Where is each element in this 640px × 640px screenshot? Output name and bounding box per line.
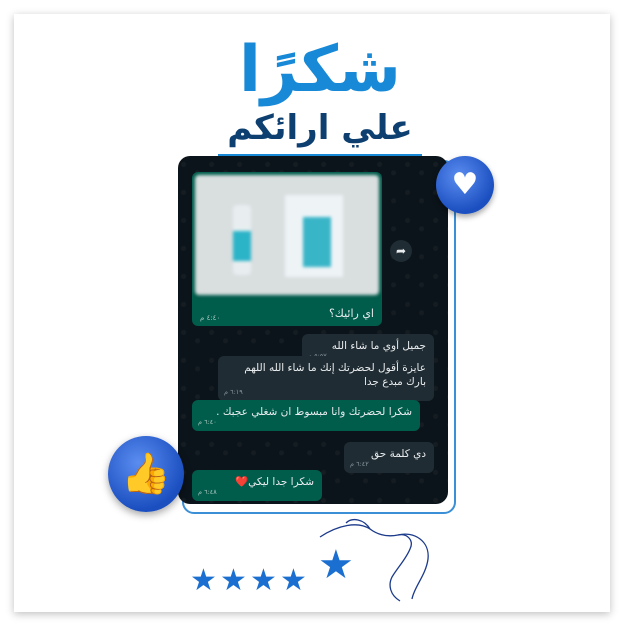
bottle-label-shape [233, 231, 251, 261]
image-caption: اي رائيك؟ [328, 307, 374, 320]
chat-screenshot: اي رائيك؟ ٤:٤٠ م ➦ جميل أوي ما شاء الله … [178, 156, 448, 504]
star-icon: ★ [280, 563, 307, 598]
box-label-shape [303, 217, 331, 267]
message-time: ٦:٤٠ م [198, 418, 217, 426]
star-icon: ★ [190, 563, 217, 598]
message-bubble: دي كلمة حق ٦:٤٢ م [344, 442, 434, 473]
message-text: شكرا لحضرتك وانا مبسوط ان شغلي عجبك . [216, 406, 412, 418]
message-time: ٦:٤٢ م [350, 460, 369, 468]
star-icon: ★ [220, 563, 247, 598]
image-message[interactable]: اي رائيك؟ ٤:٤٠ م [192, 172, 382, 326]
message-time: ٦:٤٨ م [198, 488, 217, 496]
star-icon: ★ [250, 563, 277, 598]
message-bubble: شكرا جدا ليكي❤️ ٦:٤٨ م [192, 470, 322, 501]
page-subtitle: علي ارائكم [227, 108, 413, 148]
star-icon: ★ [318, 542, 354, 588]
message-bubble: شكرا لحضرتك وانا مبسوط ان شغلي عجبك . ٦:… [192, 400, 420, 431]
message-text: شكرا جدا ليكي❤️ [235, 476, 314, 488]
message-text: جميل أوي ما شاء الله [331, 340, 426, 352]
forward-icon[interactable]: ➦ [390, 240, 412, 262]
heart-icon: ♥ [436, 156, 494, 214]
page-title: شكرًا [239, 33, 401, 107]
product-image[interactable] [195, 175, 379, 295]
message-text: عايزة أقول لحضرتك إنك ما شاء الله اللهم … [244, 362, 426, 388]
thumbs-up-icon: 👍 [108, 436, 184, 512]
message-time: ٤:٤٠ م [200, 314, 221, 322]
message-bubble: عايزة أقول لحضرتك إنك ما شاء الله اللهم … [218, 356, 434, 401]
message-time: ٦:١٩ م [224, 388, 243, 396]
message-text: دي كلمة حق [371, 448, 426, 460]
